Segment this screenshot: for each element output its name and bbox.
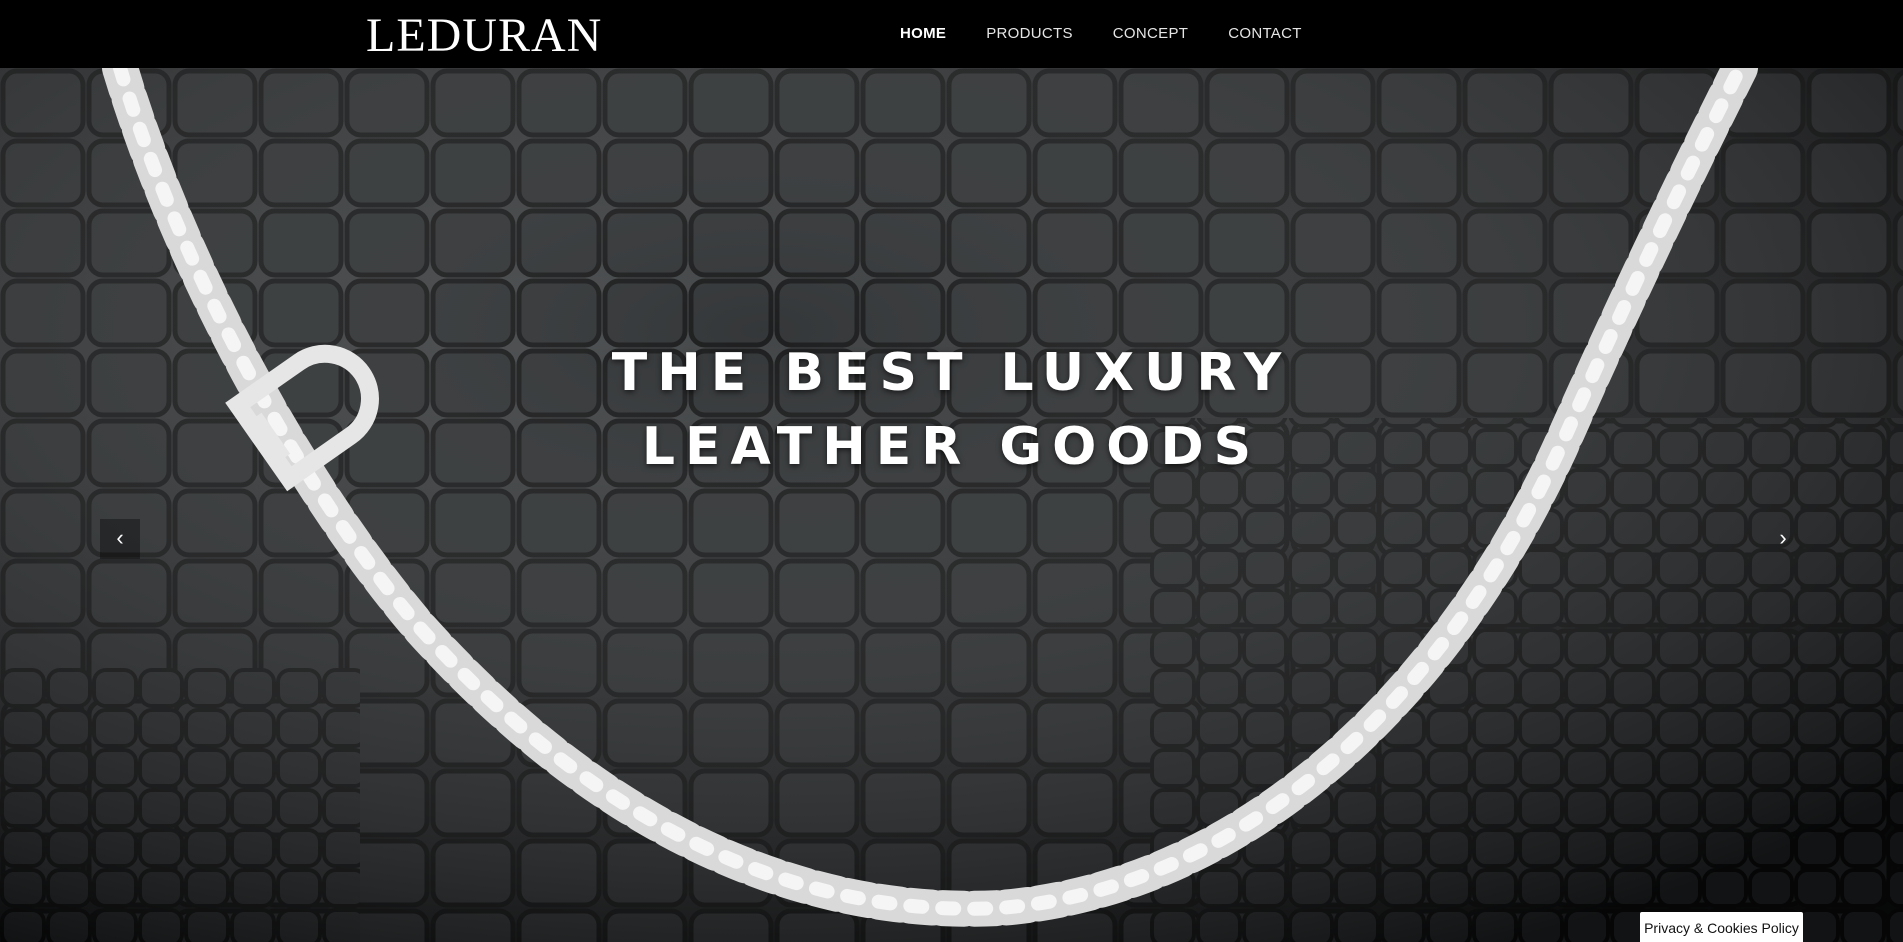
nav-item-home[interactable]: HOME	[900, 24, 946, 44]
chevron-right-icon: ›	[1779, 525, 1787, 550]
nav-item-contact[interactable]: CONTACT	[1228, 24, 1301, 44]
main-nav: HOME PRODUCTS CONCEPT CONTACT	[900, 24, 1342, 44]
slider-next-button[interactable]: ›	[1763, 519, 1803, 559]
nav-item-concept[interactable]: CONCEPT	[1113, 24, 1188, 44]
hero-background-image	[0, 68, 1903, 942]
slider-prev-button[interactable]: ‹	[100, 519, 140, 559]
hero-headline: THE BEST LUXURY LEATHER GOODS	[0, 336, 1903, 484]
nav-item-products[interactable]: PRODUCTS	[986, 24, 1073, 44]
hero-headline-line2: LEATHER GOODS	[641, 417, 1262, 477]
hero-slider: THE BEST LUXURY LEATHER GOODS ‹ ›	[0, 68, 1903, 942]
page: LEDURAN HOME PRODUCTS CONCEPT CONTACT TH…	[0, 0, 1903, 942]
brand-logo[interactable]: LEDURAN	[366, 10, 602, 62]
hero-headline-line1: THE BEST LUXURY	[611, 343, 1292, 403]
privacy-cookies-button[interactable]: Privacy & Cookies Policy	[1640, 912, 1803, 942]
chevron-left-icon: ‹	[116, 525, 124, 550]
top-navbar: LEDURAN HOME PRODUCTS CONCEPT CONTACT	[0, 0, 1903, 68]
